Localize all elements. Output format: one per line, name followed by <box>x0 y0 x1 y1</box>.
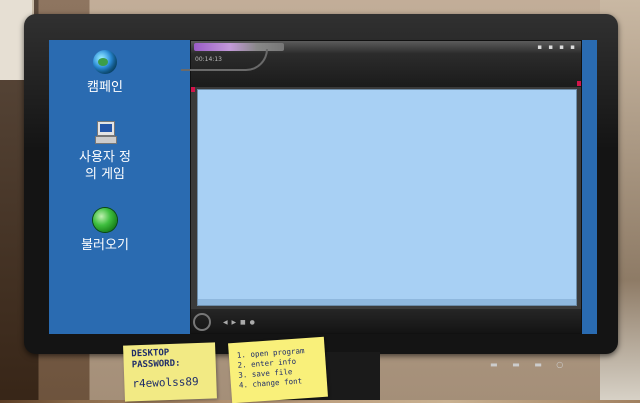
app-bottom-bar: ◀ ▶ ■ ● <box>191 309 581 333</box>
sticky-note-steps: 1. open program 2. enter info 3. save fi… <box>228 336 328 403</box>
app-toolbar: 00:14:13 <box>181 49 581 87</box>
note-password: r4ewolss89 <box>132 375 199 391</box>
app-viewport[interactable] <box>197 89 577 306</box>
desktop-icon-load[interactable]: 불러오기 <box>49 208 165 254</box>
playback-controls[interactable]: ◀ ▶ ■ ● <box>223 319 256 326</box>
globe-icon <box>93 50 117 74</box>
desktop-icon-label: 불러오기 <box>81 238 129 253</box>
desktop-icon-label: 캠페인 <box>87 80 123 95</box>
app-window[interactable]: ▪ ▪ ▪ ▪ 00:14:13 ◀ ▶ ■ ● <box>181 40 582 334</box>
sticky-note-password: DESKTOP PASSWORD: r4ewolss89 <box>123 342 217 402</box>
note-line: PASSWORD: <box>131 358 181 371</box>
desktop-icon-custom-game[interactable]: 사용자 정의 게임 <box>49 120 165 183</box>
toolbar-time: 00:14:13 <box>195 56 222 63</box>
green-orb-icon <box>93 208 117 232</box>
accent-marker <box>191 87 195 92</box>
computer-icon <box>93 120 117 144</box>
desktop-icon-label: 사용자 정의 게임 <box>79 150 131 182</box>
window-controls[interactable]: ▪ ▪ ▪ ▪ <box>537 43 577 51</box>
monitor-buttons[interactable]: ▬ ▬ ▬ ○ <box>490 360 569 369</box>
desktop-icon-campaign[interactable]: 캠페인 <box>49 50 165 96</box>
accent-marker <box>577 81 581 86</box>
desktop-screen: 캠페인 사용자 정의 게임 불러오기 ▪ ▪ ▪ ▪ 00:14:13 ◀ ▶ … <box>49 40 597 334</box>
circle-button[interactable] <box>193 313 211 331</box>
